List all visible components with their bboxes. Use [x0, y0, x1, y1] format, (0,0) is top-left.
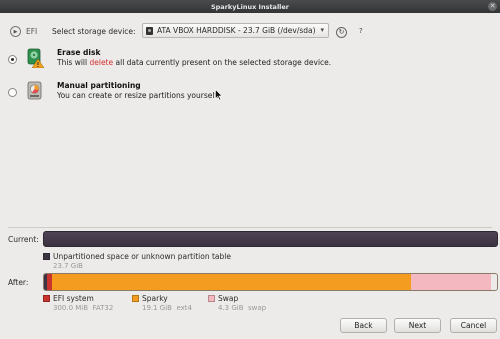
cancel-button[interactable]: Cancel	[450, 318, 497, 333]
legend-swatch	[132, 295, 139, 302]
efi-label: EFI	[26, 27, 38, 36]
storage-device-label: Select storage device:	[52, 27, 136, 36]
swap-legend-details: 4.3 GiB swap	[218, 304, 267, 312]
after-label: After:	[8, 278, 29, 287]
delete-highlight: delete	[89, 58, 114, 67]
sparky-segment	[52, 274, 411, 290]
help-icon[interactable]: ?	[359, 27, 363, 35]
erase-disk-title: Erase disk	[57, 48, 101, 57]
legend-swatch	[43, 295, 50, 302]
sparky-legend-name: Sparky	[142, 294, 168, 303]
current-legend-size: 23.7 GiB	[53, 262, 83, 270]
after-legend-sparky: Sparky 19.1 GiB ext4	[132, 294, 192, 312]
section-separator	[8, 227, 492, 228]
device-toolbar: ▶ EFI Select storage device: ATA VBOX HA…	[0, 22, 500, 40]
swap-legend-name: Swap	[218, 294, 239, 303]
legend-swatch	[208, 295, 215, 302]
current-label: Current:	[8, 235, 39, 244]
option-erase-disk[interactable]: Erase disk This will delete all data cur…	[0, 47, 500, 77]
hard-disk-icon	[146, 26, 153, 35]
window-title: SparkyLinux Installer	[210, 2, 290, 11]
storage-device-value: ATA VBOX HARDDISK - 23.7 GiB (/dev/sda)	[157, 26, 316, 35]
refresh-icon[interactable]: ↻	[336, 27, 347, 38]
current-legend-name: Unpartitioned space or unknown partition…	[53, 252, 231, 261]
storage-device-select[interactable]: ATA VBOX HARDDISK - 23.7 GiB (/dev/sda) …	[142, 23, 329, 38]
sparky-legend-details: 19.1 GiB ext4	[142, 304, 192, 312]
back-button[interactable]: Back	[340, 318, 387, 333]
manual-partition-icon	[27, 81, 42, 100]
manual-partitioning-radio[interactable]	[8, 88, 17, 97]
erase-disk-radio[interactable]	[8, 55, 17, 64]
after-partition-bar	[43, 273, 498, 291]
title-bar: SparkyLinux Installer ✕	[0, 0, 500, 13]
current-partition-bar	[43, 231, 498, 247]
swap-segment	[410, 274, 492, 290]
window-close-button[interactable]: ✕	[488, 2, 497, 11]
after-legend-efi: EFI system 300.0 MiB FAT32	[43, 294, 113, 312]
after-legend-swap: Swap 4.3 GiB swap	[208, 294, 266, 312]
manual-partitioning-description: You can create or resize partitions your…	[57, 91, 219, 100]
chevron-down-icon: ▾	[320, 26, 324, 34]
play-circle-icon: ▶	[10, 26, 21, 37]
erase-disk-description: This will delete all data currently pres…	[57, 58, 332, 67]
next-button[interactable]: Next	[394, 318, 441, 333]
efi-indicator: ▶ EFI	[10, 26, 37, 37]
efi-legend-name: EFI system	[53, 294, 94, 303]
current-legend-item: Unpartitioned space or unknown partition…	[43, 252, 231, 270]
efi-legend-details: 300.0 MiB FAT32	[53, 304, 114, 312]
manual-partitioning-title: Manual partitioning	[57, 81, 141, 90]
mouse-cursor-icon	[215, 89, 223, 101]
erase-disk-warning-icon	[27, 48, 44, 68]
option-manual-partitioning[interactable]: Manual partitioning You can create or re…	[0, 80, 500, 110]
legend-swatch	[43, 253, 50, 260]
